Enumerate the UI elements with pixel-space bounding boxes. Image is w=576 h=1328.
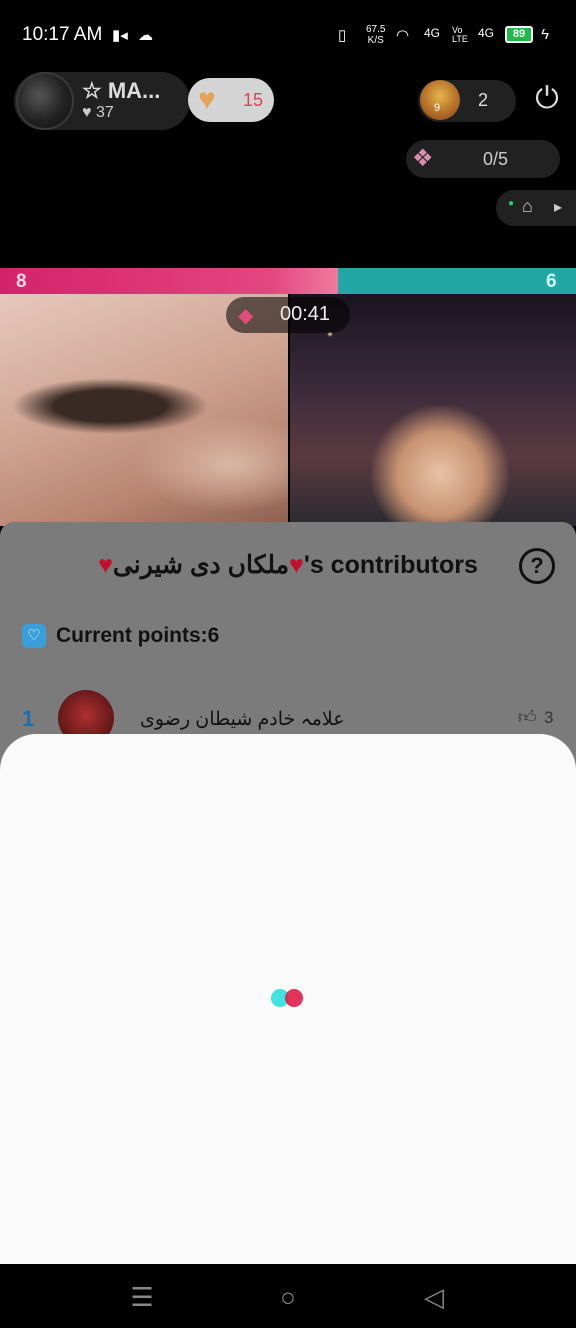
host-avatar[interactable] — [16, 72, 74, 130]
thumbs-up-icon: 👍︎ — [518, 707, 537, 727]
network-speed-value: 67.5 — [366, 24, 386, 35]
title-heart-icon: ♥ — [289, 551, 304, 579]
network-speed-unit: K/S — [367, 35, 384, 46]
play-icon: ▸ — [554, 199, 563, 216]
viewer-badge: 9 — [434, 102, 441, 114]
battle-timer: 00:41 — [280, 303, 331, 325]
network-speed: 67.5 K/S — [366, 24, 385, 46]
battle-score-right: 6 — [546, 271, 557, 292]
host-name[interactable]: ☆ MA... — [82, 78, 160, 104]
charging-icon: ϟ — [541, 26, 549, 43]
battle-score-left: 8 — [16, 271, 27, 292]
volte-label: Vo LTE — [452, 25, 468, 44]
viewer-count: 2 — [478, 90, 489, 110]
title-suffix: 's contributors — [303, 551, 478, 579]
loading-dot-red-icon — [285, 989, 303, 1007]
video-camera-icon: ▮◂ — [112, 27, 128, 44]
menu-icon[interactable]: ☰ — [122, 1280, 162, 1314]
power-icon[interactable]: ⏻ — [532, 84, 562, 114]
contributor-likes: 3 — [544, 708, 554, 727]
home-button-icon[interactable]: ○ — [268, 1280, 308, 1314]
viewer-avatar[interactable]: 9 — [420, 80, 460, 120]
back-icon[interactable]: ◁ — [414, 1280, 454, 1314]
help-icon[interactable]: ? — [519, 548, 555, 584]
host-likes: ♥ 37 — [82, 104, 114, 121]
battle-bar-right — [338, 268, 576, 294]
points-icon: ♡ — [22, 624, 46, 648]
live-dot-icon: ● — [508, 198, 515, 209]
signal-icon: 4G — [424, 26, 440, 40]
current-points: Current points:6 — [56, 624, 220, 647]
gift-count: 15 — [243, 90, 264, 110]
contributor-name[interactable]: علامہ خادم شیطان رضوی — [140, 708, 345, 731]
signal-icon: 4G — [478, 26, 494, 40]
goal-text: 0/5 — [483, 149, 509, 169]
battery-indicator: 89 — [505, 26, 533, 43]
home-icon: ⌂ — [522, 196, 533, 216]
heart-icon: ♥ — [198, 83, 216, 116]
gift-box-icon: ❖ — [412, 145, 434, 172]
wifi-icon: ◠ — [396, 27, 410, 44]
status-time: 10:17 AM — [22, 24, 103, 45]
battle-bar-left — [0, 268, 338, 294]
contributors-title: ♥ملکاں دی شیرنی♥'s contributors — [0, 550, 576, 580]
battle-icon: ◆ — [238, 305, 254, 327]
mini-toolbar[interactable]: ● ⌂ ▸ — [496, 190, 576, 226]
contributor-rank: 1 — [22, 706, 35, 731]
cloud-icon: ☁ — [138, 27, 153, 44]
signal-1-label: 4G — [424, 26, 441, 40]
signal-2-label: 4G — [478, 26, 495, 40]
vibrate-icon: ▯ — [338, 27, 347, 44]
title-heart-icon: ♥ — [98, 551, 113, 579]
title-host-name: ملکاں دی شیرنی — [112, 551, 290, 579]
